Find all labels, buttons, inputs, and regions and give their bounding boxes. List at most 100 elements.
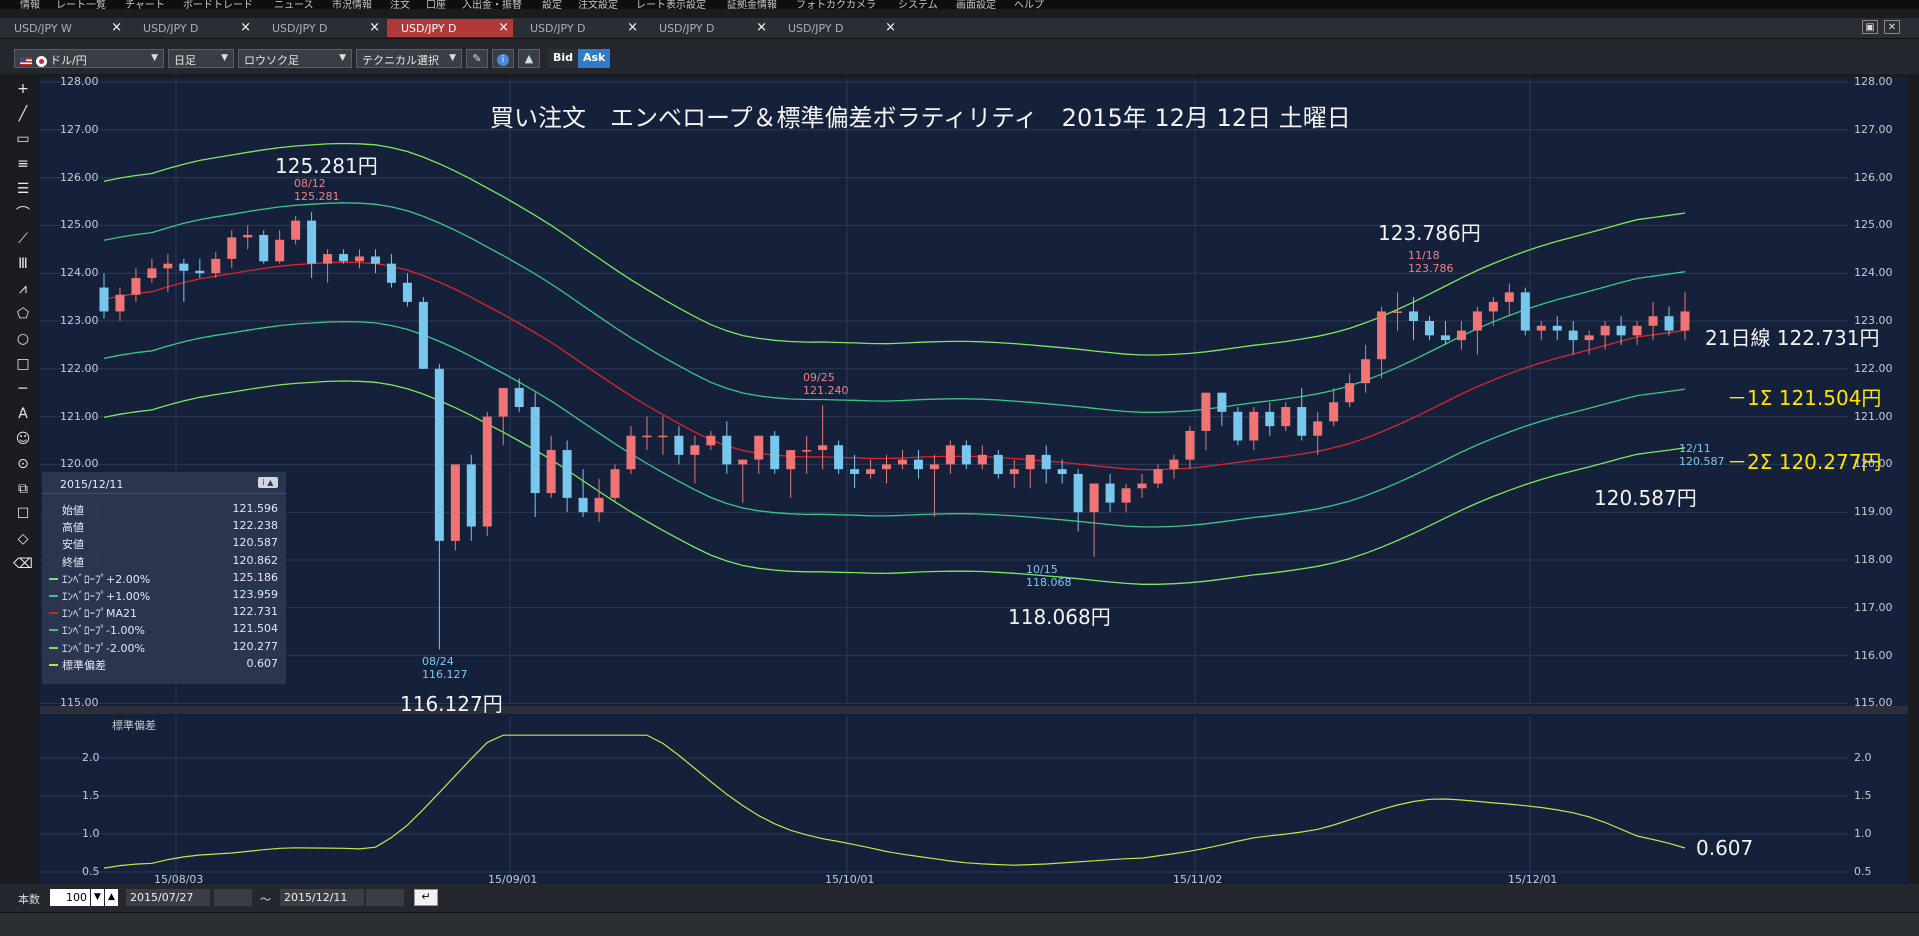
candle-body (706, 435, 716, 446)
magnet-tool-icon[interactable]: ⊙ (12, 453, 34, 476)
eraser-tool-icon[interactable]: ◇ (12, 528, 34, 551)
ray-tool-icon[interactable]: ▭ (12, 128, 34, 151)
pitchfork-tool-icon[interactable]: ⩘ (12, 278, 34, 301)
y-tick-label: 123.00 (60, 314, 99, 327)
menu-item[interactable]: 市況情報 (332, 0, 372, 9)
menu-item[interactable]: システム (898, 0, 938, 9)
menu-item[interactable]: フォトカクカメラ (796, 0, 876, 9)
menu-item[interactable]: 入出金・振替 (462, 0, 522, 9)
candle-body (291, 220, 301, 240)
close-icon[interactable]: × (498, 20, 509, 35)
candle-body (1648, 316, 1658, 326)
close-icon[interactable]: × (756, 20, 767, 35)
mark-date: 11/18 (1408, 249, 1440, 262)
menu-item[interactable]: 注文設定 (578, 0, 618, 9)
chart-tab[interactable]: USD/JPY D × (129, 19, 255, 37)
to-date-field[interactable]: 2015/12/11 (280, 889, 364, 906)
candle-body (418, 301, 428, 369)
chart-tab[interactable]: USD/JPY D × (387, 19, 513, 37)
candle-body (786, 450, 796, 470)
parallel-lines-tool-icon[interactable]: ☰ (12, 178, 34, 201)
data-window-toggle-icon[interactable]: i ▲ (258, 477, 278, 488)
menu-item[interactable]: 情報 (20, 0, 40, 9)
currency-pair-select[interactable]: ドル/円 ▼ (14, 49, 164, 68)
series-color-swatch (49, 663, 58, 666)
candle-body (1409, 311, 1419, 321)
close-icon[interactable]: × (627, 20, 638, 35)
candle-body (818, 445, 828, 451)
chart-area-button[interactable]: ▲ (518, 49, 540, 68)
candle-body (913, 459, 923, 470)
bid-button[interactable]: Bid (548, 49, 579, 68)
y-tick-label: 127.00 (60, 122, 99, 136)
y-tick-label: 115.00 (60, 696, 99, 710)
stddev-tick-label: 0.5 (82, 865, 100, 878)
close-icon[interactable]: × (240, 20, 251, 35)
data-window-value: 0.607 (246, 656, 279, 670)
fibonacci-tool-icon[interactable]: Ⅲ (12, 253, 34, 276)
data-window-label: ｴﾝﾍﾞﾛｰﾌﾟ-2.00% (62, 641, 145, 655)
menu-item[interactable]: ヘルプ (1014, 0, 1044, 9)
menu-item[interactable]: チャート (125, 0, 165, 9)
count-select[interactable]: 100 (50, 889, 90, 906)
restore-window-button[interactable]: ▣ (1862, 20, 1878, 34)
data-window-value: 120.862 (232, 553, 279, 567)
chart-tab[interactable]: USD/JPY D × (516, 19, 642, 37)
copy-tool-icon[interactable]: ⧉ (12, 478, 34, 501)
y-tick-label: 127.00 (1854, 122, 1893, 136)
text-tool-icon[interactable]: A (12, 403, 34, 426)
candle-body (1105, 483, 1115, 503)
top-menu-bar: 情報 レート一覧 チャート ボードトレード ニュース 市況情報 注文 口座 入出金・振替 設定 注文… (0, 0, 1919, 9)
crosshair-tool-icon[interactable]: + (12, 78, 34, 101)
close-icon[interactable]: × (111, 20, 122, 35)
icon-tool-icon[interactable]: ☺ (12, 428, 34, 451)
delete-tool-icon[interactable]: ⌫ (12, 553, 34, 576)
arc-tool-icon[interactable]: ⌒ (12, 203, 34, 226)
data-window-value: 120.277 (232, 639, 279, 653)
chart-type-select[interactable]: ロウソク足 ▼ (238, 49, 352, 68)
menu-item[interactable]: 設定 (542, 0, 562, 9)
menu-item[interactable]: ボードトレード (183, 0, 253, 9)
count-up-button[interactable]: ▲ (105, 889, 118, 906)
menu-item[interactable]: 口座 (426, 0, 446, 9)
from-date-field[interactable]: 2015/07/27 (126, 889, 210, 906)
to-time-field[interactable] (366, 889, 404, 906)
chart-tab[interactable]: USD/JPY D × (645, 19, 771, 37)
data-window-row: ｴﾝﾍﾞﾛｰﾌﾟMA21 122.731 (46, 605, 278, 621)
menu-item[interactable]: レート一覧 (56, 0, 106, 9)
fan-tool-icon[interactable]: ⟋ (12, 228, 34, 251)
rectangle-tool-icon[interactable]: □ (12, 353, 34, 376)
hline-tool-icon[interactable]: ─ (12, 378, 34, 401)
circle-tool-icon[interactable]: ○ (12, 328, 34, 351)
menu-item[interactable]: 証拠金情報 (727, 0, 777, 9)
ask-button[interactable]: Ask (578, 49, 611, 68)
close-window-button[interactable]: ✕ (1884, 20, 1900, 34)
y-tick-label: 116.00 (1854, 648, 1893, 662)
chart-tab[interactable]: USD/JPY W × (0, 19, 126, 37)
close-icon[interactable]: × (369, 20, 380, 35)
menu-item[interactable]: ニュース (274, 0, 314, 9)
close-icon[interactable]: × (885, 20, 896, 35)
count-down-button[interactable]: ▼ (91, 889, 104, 906)
chart-tab[interactable]: USD/JPY D × (258, 19, 384, 37)
info-button[interactable]: i (492, 49, 514, 68)
menu-item[interactable]: レート表示設定 (636, 0, 706, 9)
apply-range-button[interactable]: ↵ (414, 889, 438, 906)
candle-body (498, 387, 508, 417)
candle-body (929, 464, 939, 470)
from-time-field[interactable] (214, 889, 252, 906)
horizontal-lines-tool-icon[interactable]: ≡ (12, 153, 34, 176)
chart-tab-label: USD/JPY D (272, 22, 328, 35)
technical-select[interactable]: テクニカル選択 ▼ (356, 49, 462, 68)
chart-tab[interactable]: USD/JPY D × (774, 19, 900, 37)
data-window-row: ｴﾝﾍﾞﾛｰﾌﾟ+2.00% 125.186 (46, 571, 278, 587)
trendline-tool-icon[interactable]: ╱ (12, 103, 34, 126)
draw-pen-button[interactable]: ✎ (466, 49, 488, 68)
menu-item[interactable]: 注文 (390, 0, 410, 9)
pentagon-tool-icon[interactable]: ⬠ (12, 303, 34, 326)
select-tool-icon[interactable]: ☐ (12, 503, 34, 526)
menu-item[interactable]: 画面設定 (956, 0, 996, 9)
period-select[interactable]: 日足 ▼ (168, 49, 234, 68)
chart-tab-label: USD/JPY D (401, 22, 457, 35)
candle-body (1616, 325, 1626, 336)
